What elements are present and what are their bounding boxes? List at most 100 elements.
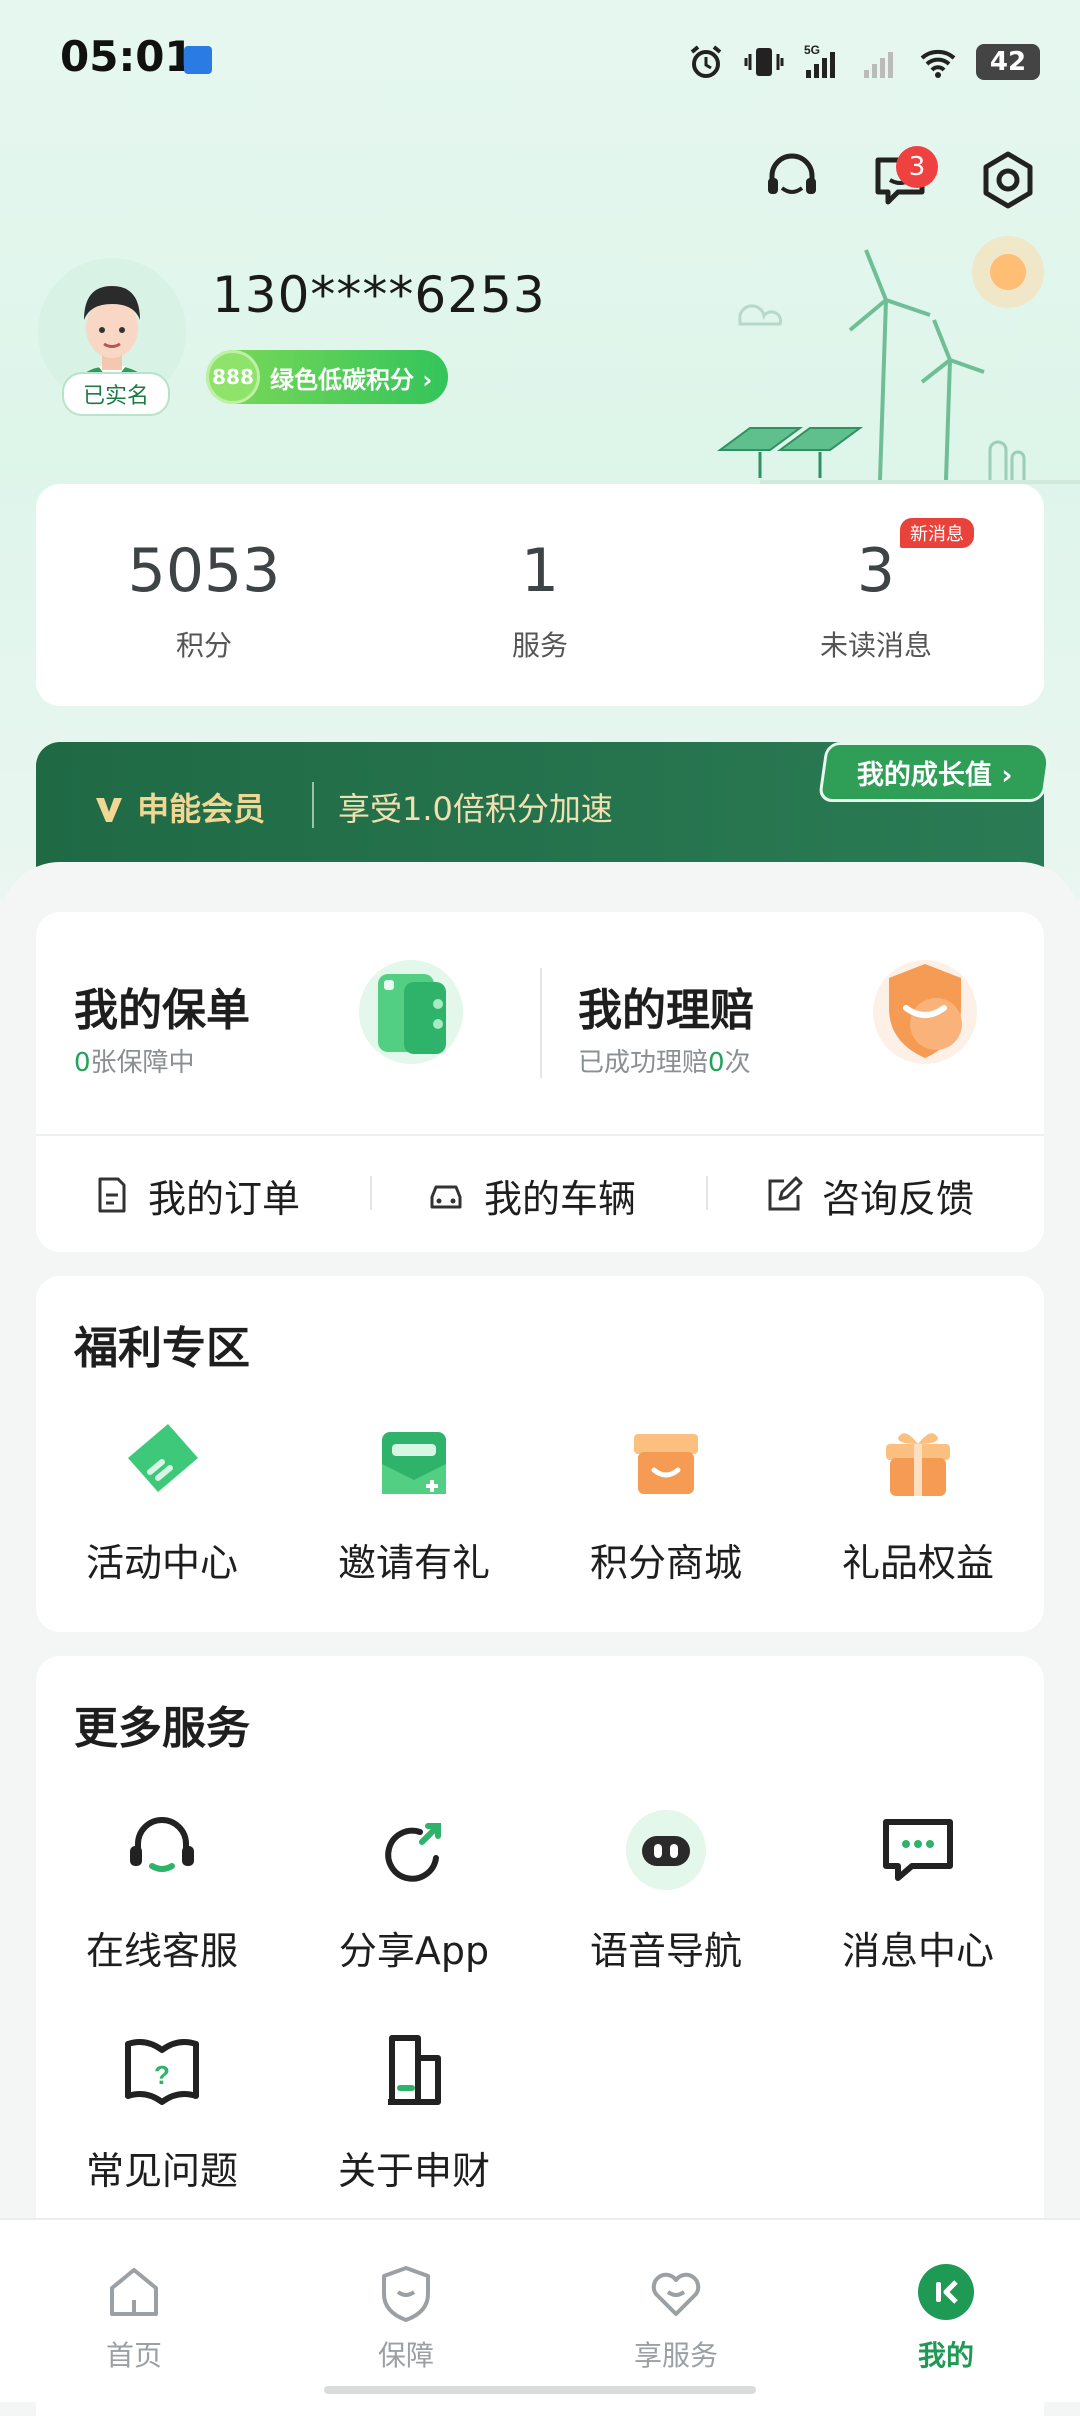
points-mall-label: 积分商城 <box>589 1541 742 1585</box>
voice-navigation[interactable]: 语音导航 <box>540 1802 792 1975</box>
ticket-icon <box>128 1424 198 1492</box>
robot-icon <box>626 1810 706 1890</box>
membership-brand-text: 申能会员 <box>137 790 266 828</box>
my-vehicles-label: 我的车辆 <box>484 1176 637 1221</box>
my-policy-subtitle: 0张保障中 <box>74 1048 195 1078</box>
stat-unread-messages[interactable]: 3 未读消息 <box>756 536 996 664</box>
membership-divider <box>312 782 314 828</box>
consult-feedback-label: 咨询反馈 <box>822 1176 975 1221</box>
gift-benefits-label: 礼品权益 <box>841 1541 994 1585</box>
faq[interactable]: ? 常见问题 <box>36 2022 288 2195</box>
status-icons: 5G 42 <box>686 34 1040 90</box>
faq-label: 常见问题 <box>85 2149 238 2193</box>
svg-text:?: ? <box>154 2060 170 2090</box>
status-bar: 05:01 5G 42 <box>0 0 1080 120</box>
stat-services[interactable]: 1 服务 <box>420 536 660 664</box>
chat-bubble-icon <box>883 1819 953 1881</box>
activity-center-label: 活动中心 <box>85 1541 238 1585</box>
stat-value: 1 <box>520 536 560 606</box>
my-vehicles-link[interactable]: 我的车辆 <box>426 1138 636 1252</box>
signal-icon <box>864 52 893 78</box>
stats-card: 5053 积分 1 服务 3 未读消息 <box>36 484 1044 706</box>
my-orders-link[interactable]: 我的订单 <box>94 1138 300 1252</box>
message-center[interactable]: 消息中心 <box>792 1802 1044 1975</box>
carbon-points-label: 绿色低碳积分 › <box>270 365 433 394</box>
welfare-title: 福利专区 <box>74 1323 250 1374</box>
share-icon <box>385 1823 441 1882</box>
invite-gift[interactable]: 邀请有礼 <box>288 1414 540 1587</box>
quick-divider <box>706 1176 708 1210</box>
message-badge: 3 <box>896 146 938 188</box>
tab-home[interactable]: 首页 <box>24 2260 244 2374</box>
consult-feedback-link[interactable]: 咨询反馈 <box>764 1138 974 1252</box>
heart-icon <box>651 2272 701 2316</box>
edit-icon <box>768 1176 803 1211</box>
my-orders-label: 我的订单 <box>148 1176 301 1221</box>
carbon-points-value: 888 <box>206 350 260 404</box>
share-app-label: 分享App <box>338 1929 490 1973</box>
vibrate-icon <box>744 48 784 76</box>
voice-navigation-label: 语音导航 <box>589 1929 742 1973</box>
signal-5g-icon: 5G <box>804 43 835 78</box>
membership-brand: 申能会员 <box>92 784 265 830</box>
membership-perk: 享受1.0倍积分加速 <box>338 790 613 828</box>
home-icon <box>110 2268 158 2316</box>
status-time: 05:01 <box>60 32 194 81</box>
user-tab-icon <box>918 2264 974 2320</box>
home-indicator <box>324 2386 756 2394</box>
membership-v-icon <box>96 798 122 822</box>
order-document-icon <box>98 1177 126 1213</box>
online-support[interactable]: 在线客服 <box>36 1802 288 1975</box>
carbon-points-button[interactable]: 888 绿色低碳积分 › <box>206 350 448 404</box>
points-mall[interactable]: 积分商城 <box>540 1414 792 1587</box>
about-company[interactable]: 关于申财 <box>288 2022 540 2195</box>
share-app[interactable]: 分享App <box>288 1802 540 1975</box>
question-book-icon: ? <box>125 2039 199 2105</box>
new-message-badge: 新消息 <box>900 518 974 548</box>
stat-label: 未读消息 <box>819 629 932 662</box>
policy-hdivider <box>36 1134 1044 1136</box>
welfare-section: 福利专区 活动中心 邀请有礼 积分商城 礼品权益 <box>36 1276 1044 1632</box>
tab-mine-label: 我的 <box>917 2339 974 2372</box>
tab-services[interactable]: 享服务 <box>566 2260 786 2374</box>
invite-gift-label: 邀请有礼 <box>337 1541 490 1585</box>
gift-icon <box>886 1433 950 1496</box>
shopping-box-icon <box>634 1434 698 1494</box>
my-claims-subtitle: 已成功理赔0次 <box>578 1048 751 1078</box>
settings-icon[interactable] <box>976 148 1040 212</box>
tab-protection[interactable]: 保障 <box>296 2260 516 2374</box>
green-energy-illustration <box>716 236 1080 484</box>
invite-envelope-icon <box>382 1432 446 1494</box>
building-icon <box>388 2035 441 2105</box>
stat-label: 服务 <box>511 629 568 662</box>
my-claims-title: 我的理赔 <box>578 985 754 1036</box>
wifi-icon <box>920 49 956 78</box>
stat-points[interactable]: 5053 积分 <box>84 536 324 664</box>
shield-icon <box>382 2266 430 2322</box>
policy-card-icon <box>359 960 463 1064</box>
bottom-tab-bar: 首页 保障 享服务 我的 <box>0 2218 1080 2402</box>
stat-value: 5053 <box>127 536 281 606</box>
tab-protection-label: 保障 <box>377 2339 434 2372</box>
svg-text:5G: 5G <box>804 43 820 57</box>
stat-label: 积分 <box>175 629 232 662</box>
my-claims[interactable]: 我的理赔 已成功理赔0次 <box>540 912 1044 1132</box>
my-policy-title: 我的保单 <box>74 985 250 1036</box>
message-center-label: 消息中心 <box>841 1929 994 1973</box>
about-company-label: 关于申财 <box>337 2149 490 2193</box>
gift-benefits[interactable]: 礼品权益 <box>792 1414 1044 1587</box>
notification-app-icon <box>184 46 212 74</box>
quick-divider <box>370 1176 372 1210</box>
user-phone: 130****6253 <box>212 266 546 324</box>
growth-value-button[interactable]: 我的成长值 › <box>817 742 1053 802</box>
claims-shield-icon <box>873 960 977 1064</box>
customer-service-icon[interactable] <box>760 148 824 212</box>
my-policy[interactable]: 我的保单 0张保障中 <box>36 912 540 1132</box>
activity-center[interactable]: 活动中心 <box>36 1414 288 1587</box>
tab-services-label: 享服务 <box>633 2339 718 2372</box>
alarm-icon <box>690 45 722 78</box>
tab-home-label: 首页 <box>105 2339 162 2372</box>
tab-mine[interactable]: 我的 <box>836 2260 1056 2374</box>
growth-value-label: 我的成长值 › <box>857 759 1013 791</box>
verified-badge: 已实名 <box>62 372 170 416</box>
